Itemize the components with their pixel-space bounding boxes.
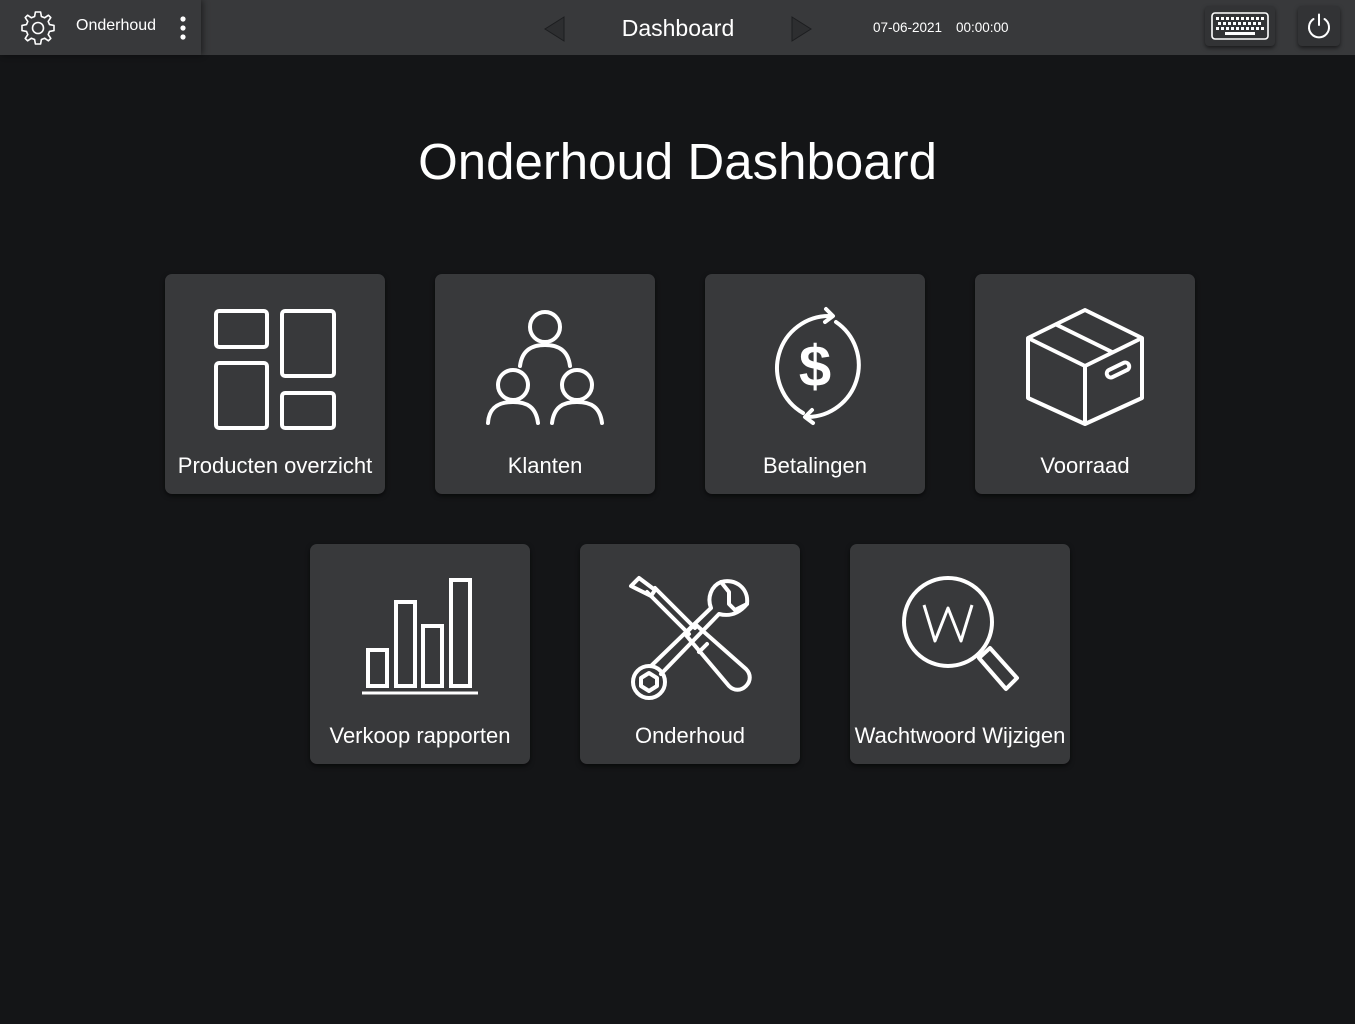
top-bar: Onderhoud Dashboard 07-06-2021 00:00:00 [0,0,1355,55]
tile-betalingen[interactable]: $ Betalingen [705,274,925,494]
tile-label: Producten overzicht [177,453,373,478]
menu-label: Onderhoud [76,17,157,34]
date-display: 07-06-2021 [873,20,943,35]
tile-wachtwoord-wijzigen[interactable]: Wachtwoord Wijzigen [850,544,1070,764]
tile-verkoop-rapporten[interactable]: Verkoop rapporten [310,544,530,764]
top-title: Dashboard [621,15,735,41]
time-display: 00:00:00 [956,20,1009,35]
menu-panel[interactable]: Onderhoud [0,0,201,55]
tools-icon [629,576,752,700]
password-search-icon [902,576,1019,691]
tile-klanten[interactable]: Klanten [435,274,655,494]
layout-grid-icon [214,309,336,430]
gear-icon[interactable] [19,9,57,47]
tile-label: Betalingen [763,453,867,478]
svg-text:$: $ [799,334,831,399]
box-icon [1026,308,1144,426]
power-icon [1308,13,1330,39]
tile-producten-overzicht[interactable]: Producten overzicht [165,274,385,494]
tile-voorraad[interactable]: Voorraad [975,274,1195,494]
users-icon [486,310,604,425]
tile-label: Klanten [507,453,583,478]
tile-label: Wachtwoord Wijzigen [854,723,1066,748]
tile-label: Onderhoud [634,723,746,748]
tile-onderhoud[interactable]: Onderhoud [580,544,800,764]
tile-label: Verkoop rapporten [329,723,511,748]
dollar-refresh-icon: $ [775,307,861,425]
power-button[interactable] [1298,6,1340,46]
page-title: Onderhoud Dashboard [418,133,937,190]
kebab-menu-icon[interactable] [174,13,192,43]
keyboard-button[interactable] [1205,6,1275,46]
tile-label: Voorraad [1040,453,1130,478]
bar-chart-icon [362,578,478,695]
keyboard-icon [1211,12,1269,40]
chevron-right-icon[interactable] [788,14,816,44]
